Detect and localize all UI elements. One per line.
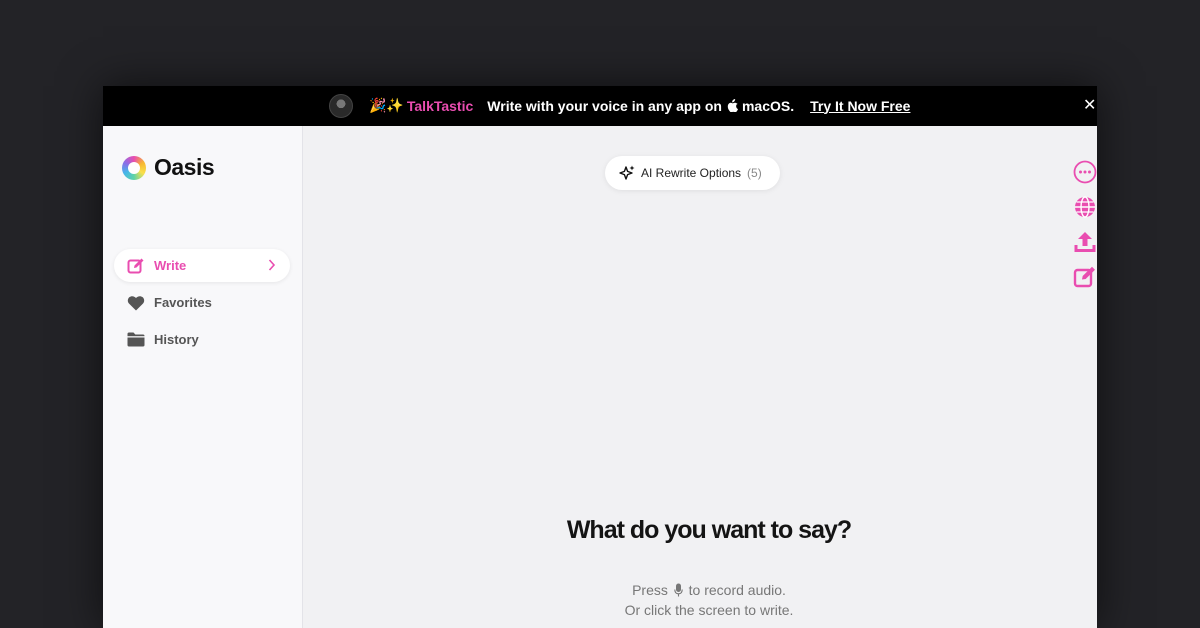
close-banner-icon[interactable]: ✕ [1083, 98, 1097, 114]
rewrite-label: AI Rewrite Options [641, 166, 742, 180]
apple-icon [727, 99, 738, 112]
avatar [329, 94, 353, 118]
side-toolbar [1073, 160, 1097, 300]
page-title: What do you want to say? [566, 516, 852, 544]
instructions: Press to record audio. Or click the scre… [304, 580, 1097, 620]
sidebar-item-label: Write [154, 258, 187, 273]
edit-icon[interactable] [1073, 265, 1097, 289]
sparkle-icon [619, 165, 635, 180]
sidebar-item-label: History [154, 332, 199, 347]
sidebar-item-favorites[interactable]: Favorites [114, 286, 290, 319]
oasis-logo-icon [122, 155, 146, 180]
microphone-icon [674, 583, 683, 597]
banner-platform: macOS. [741, 97, 795, 114]
record-hint: Press to record audio. [304, 580, 1097, 600]
upload-icon[interactable] [1073, 230, 1097, 254]
app-window: 🎉✨ TalkTastic Write with your voice in a… [103, 86, 1097, 628]
app-name: Oasis [154, 154, 215, 180]
globe-icon[interactable] [1073, 195, 1097, 219]
sidebar-item-history[interactable]: History [114, 323, 290, 356]
banner-message: Write with your voice in any app on [487, 97, 722, 114]
try-it-now-link[interactable]: Try It Now Free [810, 98, 910, 114]
banner-brand: TalkTastic [406, 97, 474, 114]
promo-banner: 🎉✨ TalkTastic Write with your voice in a… [103, 86, 1097, 126]
chevron-right-icon [268, 259, 276, 271]
logo[interactable]: Oasis [122, 154, 215, 181]
hint-press: Press [632, 582, 668, 598]
click-hint: Or click the screen to write. [624, 602, 794, 618]
folder-icon [127, 331, 145, 349]
rewrite-count: (5) [747, 166, 762, 180]
hint-record: to record audio. [688, 582, 786, 598]
edit-icon [127, 257, 145, 275]
sidebar-item-write[interactable]: Write [114, 249, 290, 282]
ai-rewrite-options-button[interactable]: AI Rewrite Options (5) [605, 156, 780, 190]
sidebar: Oasis Write Favorites History [103, 126, 303, 628]
sidebar-item-label: Favorites [154, 295, 212, 310]
party-sparkle-emoji: 🎉✨ [369, 97, 404, 113]
heart-icon [127, 294, 145, 312]
banner-content: 🎉✨ TalkTastic Write with your voice in a… [369, 97, 910, 114]
writing-canvas[interactable]: AI Rewrite Options (5) What do you want … [304, 126, 1097, 628]
more-icon[interactable] [1073, 160, 1097, 184]
sidebar-nav: Write Favorites History [114, 249, 290, 360]
